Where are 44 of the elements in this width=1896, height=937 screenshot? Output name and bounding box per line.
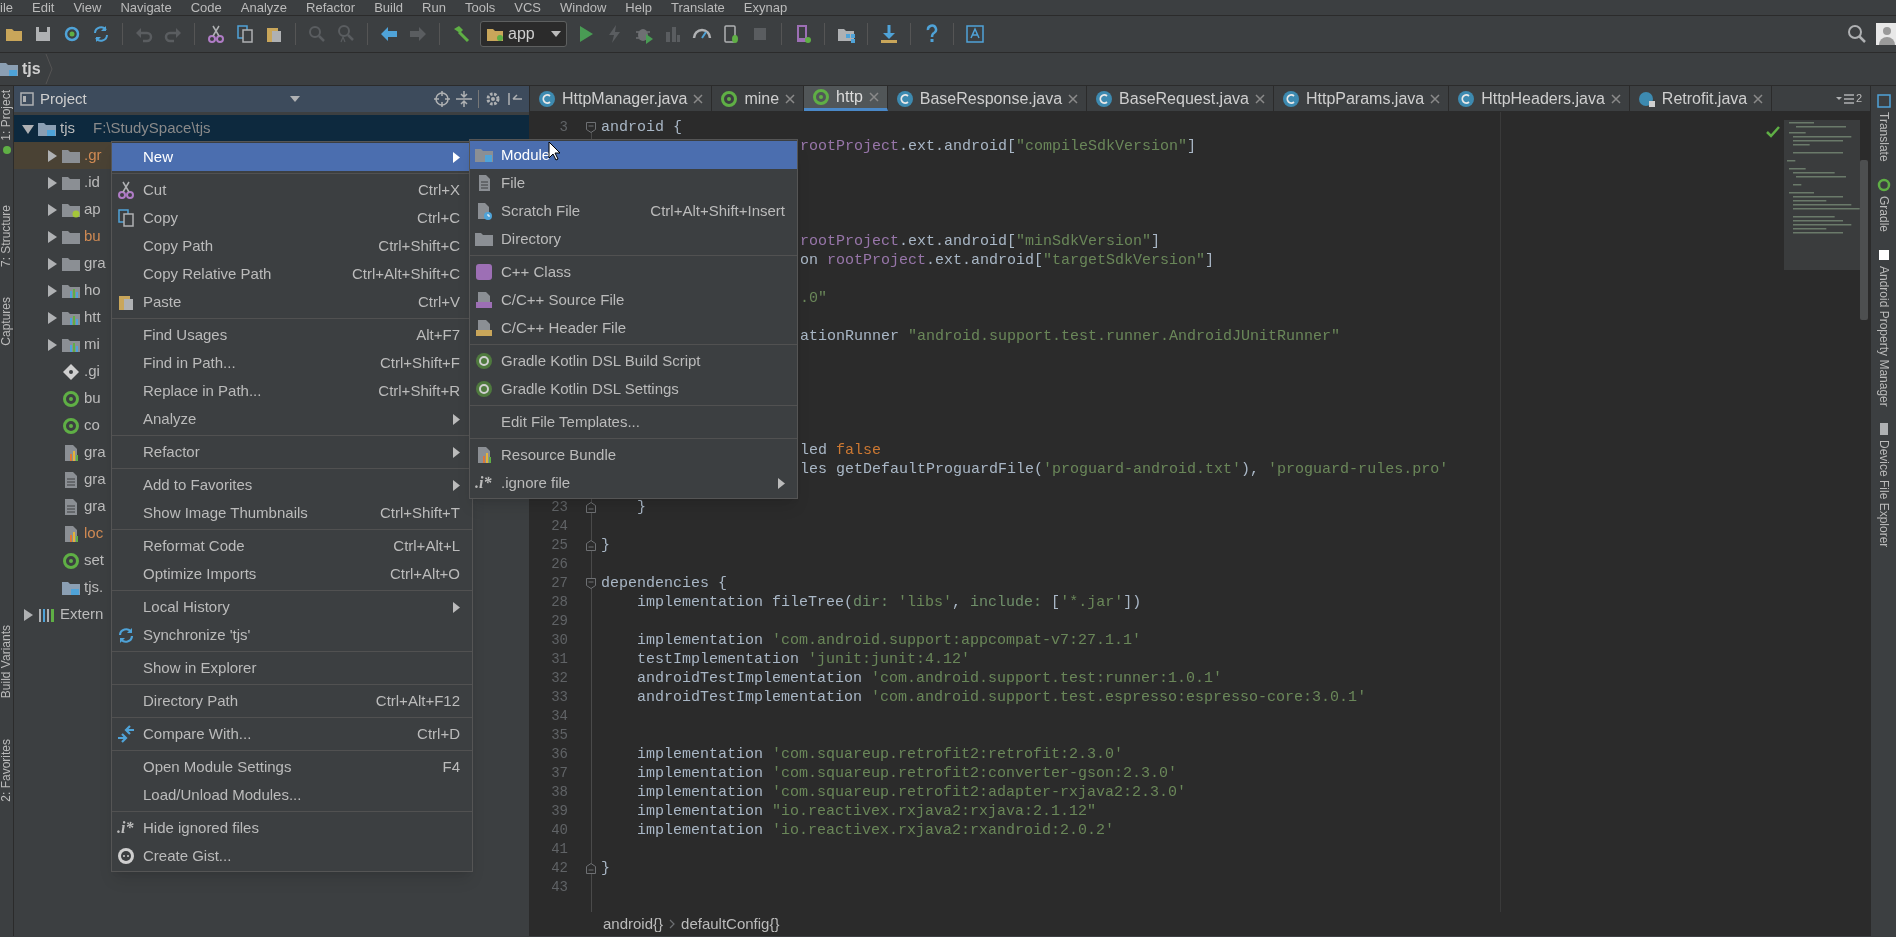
code-line: android { xyxy=(601,118,682,137)
code-line: led false xyxy=(800,441,882,460)
code-line: .0" xyxy=(800,289,827,308)
code-line: les getDefaultProguardFile('proguard-android.txt'), 'proguard-rules.pro' xyxy=(800,460,1449,479)
line-number: 34 xyxy=(551,708,568,724)
code-line: implementation 'io.reactivex.rxjava2:rxandroid:2.0.2' xyxy=(636,821,1115,840)
code-line: } xyxy=(601,536,610,555)
line-number: 29 xyxy=(551,613,568,629)
code-line: rootProject.ext.android["compileSdkVersion"] xyxy=(800,137,1197,156)
line-number: 28 xyxy=(551,594,568,610)
line-number: 38 xyxy=(551,784,568,800)
code-line: implementation 'com.android.support:appcompat-v7:27.1.1' xyxy=(636,631,1142,650)
code-line: } xyxy=(636,498,646,517)
code-line: androidTestImplementation 'com.android.support.test:runner:1.0.1' xyxy=(636,669,1223,688)
line-number: 36 xyxy=(551,746,568,762)
line-number: 24 xyxy=(551,518,568,534)
code-line: on rootProject.ext.android["targetSdkVersion"] xyxy=(800,251,1215,270)
code-line: implementation 'com.squareup.retrofit2:adapter-rxjava2:2.3.0' xyxy=(636,783,1187,802)
line-number: 33 xyxy=(551,689,568,705)
line-number: 30 xyxy=(551,632,568,648)
line-number: 39 xyxy=(551,803,568,819)
line-number: 27 xyxy=(551,575,568,591)
line-number: 40 xyxy=(551,822,568,838)
line-number: 25 xyxy=(551,537,568,553)
line-number: 42 xyxy=(551,860,568,876)
line-number: 32 xyxy=(551,670,568,686)
code-line: ationRunner "android.support.test.runner.AndroidJUnitRunner" xyxy=(800,327,1341,346)
line-number: 35 xyxy=(551,727,568,743)
line-number: 31 xyxy=(551,651,568,667)
line-number: 3 xyxy=(559,119,568,135)
code-line: dependencies { xyxy=(601,574,728,593)
line-number: 23 xyxy=(551,499,568,515)
code-line: implementation 'com.squareup.retrofit2:retrofit:2.3.0' xyxy=(636,745,1124,764)
code-line: androidTestImplementation 'com.android.support.test.espresso:espresso-core:3.0.1' xyxy=(636,688,1367,707)
line-number: 41 xyxy=(551,841,568,857)
line-number: 26 xyxy=(551,556,568,572)
code-line: } xyxy=(601,859,610,878)
line-number: 43 xyxy=(551,879,568,895)
code-line: testImplementation 'junit:junit:4.12' xyxy=(636,650,971,669)
code-line: implementation fileTree(dir: 'libs', include: ['*.jar']) xyxy=(636,593,1142,612)
line-number: 37 xyxy=(551,765,568,781)
code-line: implementation "io.reactivex.rxjava2:rxjava:2.1.12" xyxy=(636,802,1097,821)
code-line: rootProject.ext.android["minSdkVersion"] xyxy=(800,232,1161,251)
code-line: implementation 'com.squareup.retrofit2:converter-gson:2.3.0' xyxy=(636,764,1178,783)
